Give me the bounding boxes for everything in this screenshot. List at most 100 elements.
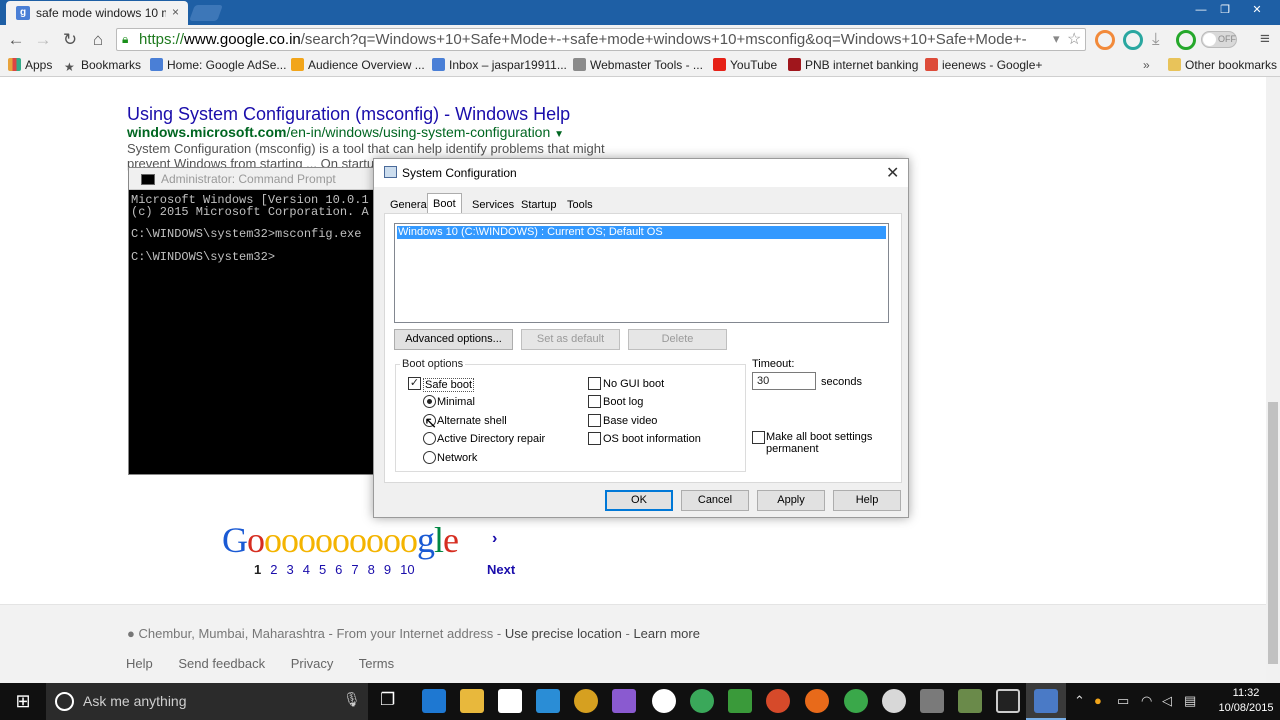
clock[interactable]: 11:32 10/08/2015 <box>1216 686 1276 716</box>
page-number[interactable]: 5 <box>319 562 326 577</box>
dialog-close-icon[interactable]: ✕ <box>886 163 899 183</box>
cmd-titlebar[interactable]: Administrator: Command Prompt <box>129 168 387 190</box>
footer-privacy-link[interactable]: Privacy <box>291 656 334 671</box>
download-icon[interactable]: ⤓ <box>1152 29 1160 49</box>
make-permanent-checkbox[interactable] <box>752 431 765 444</box>
bookmark-adsense[interactable]: Home: Google AdSe... <box>150 58 286 72</box>
wifi-icon[interactable]: ◠ <box>1141 693 1152 709</box>
page-number[interactable]: 9 <box>384 562 391 577</box>
minimal-radio[interactable] <box>423 395 436 408</box>
delete-button[interactable]: Delete <box>628 329 727 350</box>
result-title-link[interactable]: Using System Configuration (msconfig) - … <box>127 104 570 125</box>
next-page-link[interactable]: Next <box>487 562 515 577</box>
minimize-icon[interactable]: — <box>1190 2 1212 18</box>
app-icon[interactable] <box>574 689 598 713</box>
browser-tab[interactable]: g safe mode windows 10 m × <box>6 1 188 25</box>
next-arrow-icon[interactable]: › <box>492 530 497 548</box>
page-number[interactable]: 3 <box>286 562 293 577</box>
tab-tools[interactable]: Tools <box>562 195 598 215</box>
action-center-icon[interactable]: ▤ <box>1184 693 1196 709</box>
extension-orange-icon[interactable] <box>1095 30 1115 50</box>
ad-repair-radio[interactable] <box>423 432 436 445</box>
headphones-icon[interactable] <box>1123 30 1143 50</box>
bookmark-bookmarks[interactable]: ★ Bookmarks <box>64 58 141 74</box>
command-prompt-window[interactable]: Administrator: Command Prompt Microsoft … <box>128 167 388 475</box>
page-number[interactable]: 8 <box>368 562 375 577</box>
forward-arrow-icon[interactable]: → <box>33 30 53 50</box>
tab-close-icon[interactable]: × <box>172 5 179 19</box>
network-radio[interactable] <box>423 451 436 464</box>
address-bar[interactable]: 🔒︎ https://www.google.co.in/search?q=Win… <box>116 28 1086 51</box>
app-icon[interactable] <box>536 689 560 713</box>
app-icon[interactable] <box>920 689 944 713</box>
os-boot-info-checkbox[interactable] <box>588 432 601 445</box>
tray-chevron-icon[interactable]: ⌃ <box>1074 693 1085 709</box>
advanced-options-button[interactable]: Advanced options... <box>394 329 513 350</box>
use-precise-location-link[interactable]: Use precise location <box>505 626 622 641</box>
footer-terms-link[interactable]: Terms <box>359 656 394 671</box>
star-icon[interactable]: ☆ <box>1067 29 1081 49</box>
apply-button[interactable]: Apply <box>757 490 825 511</box>
menu-icon[interactable]: ≡ <box>1260 29 1270 49</box>
page-number[interactable]: 7 <box>351 562 358 577</box>
dropdown-icon[interactable]: ▾ <box>1053 31 1060 47</box>
no-gui-boot-checkbox[interactable] <box>588 377 601 390</box>
edge-icon[interactable] <box>422 689 446 713</box>
extension-toggle[interactable]: OFF <box>1201 31 1237 48</box>
page-number[interactable]: 10 <box>400 562 414 577</box>
page-number[interactable]: 6 <box>335 562 342 577</box>
tab-boot[interactable]: Boot <box>427 193 462 215</box>
battery-icon[interactable]: ▭ <box>1117 693 1129 709</box>
cancel-button[interactable]: Cancel <box>681 490 749 511</box>
microphone-icon[interactable]: 🎙︎ <box>343 691 361 708</box>
itunes-icon[interactable] <box>882 689 906 713</box>
new-tab-button[interactable] <box>189 5 223 21</box>
tab-startup[interactable]: Startup <box>516 195 561 215</box>
set-as-default-button[interactable]: Set as default <box>521 329 620 350</box>
caret-down-icon[interactable]: ▼ <box>554 129 564 140</box>
boot-log-checkbox[interactable] <box>588 395 601 408</box>
page-number[interactable]: 4 <box>303 562 310 577</box>
firefox-icon[interactable] <box>805 689 829 713</box>
bookmark-ieenews[interactable]: ieenews - Google+ <box>925 58 1042 72</box>
os-list-item[interactable]: Windows 10 (C:\WINDOWS) : Current OS; De… <box>397 226 886 239</box>
bookmark-webmaster[interactable]: Webmaster Tools - ... <box>573 58 703 72</box>
base-video-checkbox[interactable] <box>588 414 601 427</box>
help-button[interactable]: Help <box>833 490 901 511</box>
tray-app-icon[interactable]: ● <box>1094 693 1102 708</box>
restore-icon[interactable]: ❐ <box>1214 2 1236 18</box>
timeout-input[interactable]: 30 <box>752 372 816 390</box>
file-explorer-icon[interactable] <box>460 689 484 713</box>
bookmarks-overflow-icon[interactable]: » <box>1143 58 1150 72</box>
command-prompt-icon[interactable] <box>996 689 1020 713</box>
footer-feedback-link[interactable]: Send feedback <box>178 656 265 671</box>
footer-help-link[interactable]: Help <box>126 656 153 671</box>
bookmark-inbox[interactable]: Inbox – jaspar19911... <box>432 58 567 72</box>
learn-more-link[interactable]: Learn more <box>633 626 699 641</box>
app-icon[interactable] <box>612 689 636 713</box>
back-arrow-icon[interactable]: ← <box>6 30 26 50</box>
home-icon[interactable]: ⌂ <box>88 30 108 50</box>
safe-boot-checkbox[interactable]: ✓ <box>408 377 421 390</box>
window-close-icon[interactable]: ✕ <box>1246 2 1268 18</box>
tab-services[interactable]: Services <box>467 195 519 215</box>
cortana-search-box[interactable]: Ask me anything 🎙︎ <box>46 683 368 720</box>
reload-icon[interactable]: ↻ <box>60 30 80 50</box>
bookmark-youtube[interactable]: YouTube <box>713 58 777 72</box>
hp-icon[interactable] <box>652 689 676 713</box>
bookmark-analytics[interactable]: Audience Overview ... <box>291 58 425 72</box>
scrollbar-thumb[interactable] <box>1268 402 1278 664</box>
os-list[interactable]: Windows 10 (C:\WINDOWS) : Current OS; De… <box>394 223 889 323</box>
bookmark-apps[interactable]: Apps <box>8 58 52 72</box>
app-icon[interactable] <box>958 689 982 713</box>
page-number[interactable]: 2 <box>270 562 277 577</box>
app-icon[interactable] <box>690 689 714 713</box>
dialog-titlebar[interactable]: System Configuration ✕ <box>374 159 908 187</box>
store-icon[interactable] <box>498 689 522 713</box>
app-icon[interactable] <box>766 689 790 713</box>
volume-icon[interactable]: ◁ <box>1162 693 1172 709</box>
task-view-icon[interactable]: ❐ <box>380 690 395 710</box>
chrome-icon[interactable] <box>844 689 868 713</box>
power-icon[interactable] <box>1176 30 1196 50</box>
ok-button[interactable]: OK <box>605 490 673 511</box>
